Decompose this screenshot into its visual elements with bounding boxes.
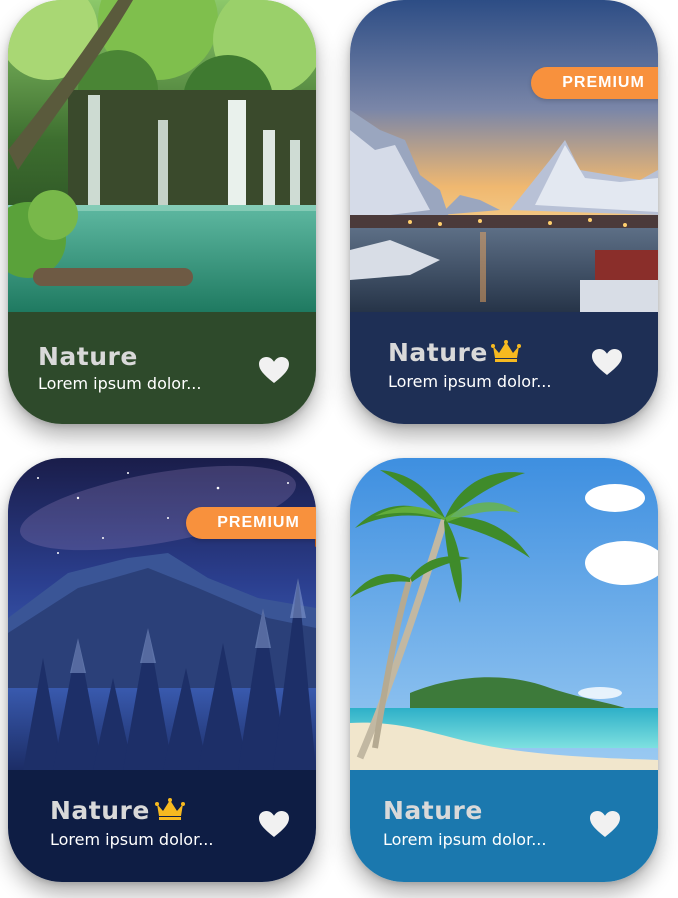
card-title: Nature [38, 342, 138, 371]
card-nature-night-forest[interactable]: PREMIUM Nature Lorem ipsum dolor... [8, 458, 316, 882]
ribbon-fold [315, 539, 316, 547]
card-footer: Nature Lorem ipsum dolor... [8, 312, 316, 424]
card-title: Nature [388, 338, 488, 367]
heart-icon[interactable] [258, 810, 290, 838]
premium-badge: PREMIUM [531, 67, 658, 99]
card-subtitle: Lorem ipsum dolor... [38, 374, 202, 393]
card-subtitle: Lorem ipsum dolor... [383, 830, 547, 849]
card-subtitle: Lorem ipsum dolor... [388, 372, 552, 391]
card-nature-waterfall[interactable]: Nature Lorem ipsum dolor... [8, 0, 316, 424]
card-nature-beach[interactable]: Nature Lorem ipsum dolor... [350, 458, 658, 882]
heart-icon[interactable] [258, 356, 290, 384]
card-nature-mountains[interactable]: PREMIUM Nature Lorem ipsum dolor... [350, 0, 658, 424]
heart-icon[interactable] [589, 810, 621, 838]
card-subtitle: Lorem ipsum dolor... [50, 830, 214, 849]
crown-icon [491, 340, 521, 362]
card-footer: Nature Lorem ipsum dolor... [350, 312, 658, 424]
premium-badge-label: PREMIUM [562, 74, 645, 91]
card-title: Nature [383, 796, 483, 825]
card-footer: Nature Lorem ipsum dolor... [8, 770, 316, 882]
premium-badge-label: PREMIUM [217, 514, 300, 531]
beach-palm-image [350, 458, 658, 770]
card-footer: Nature Lorem ipsum dolor... [350, 770, 658, 882]
heart-icon[interactable] [591, 348, 623, 376]
mountain-harbor-image [350, 0, 658, 312]
crown-icon [155, 798, 185, 820]
night-forest-image [8, 458, 316, 770]
premium-badge: PREMIUM [186, 507, 316, 539]
card-title: Nature [50, 796, 150, 825]
waterfall-image [8, 0, 316, 312]
